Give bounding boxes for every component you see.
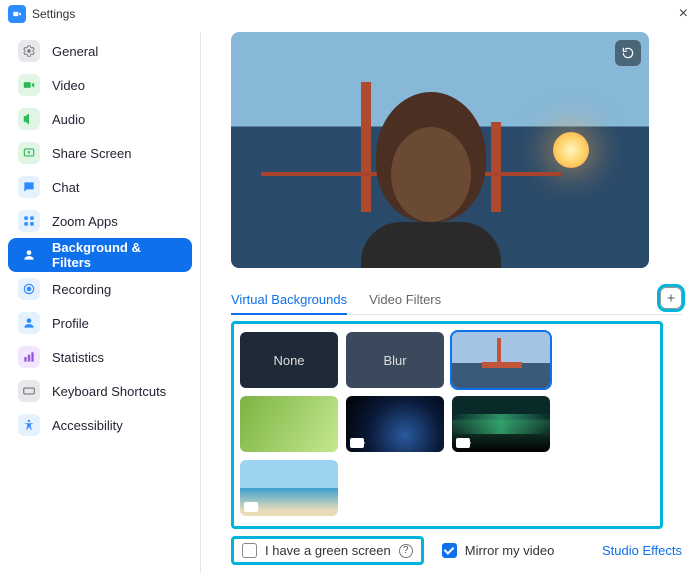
footer-row: I have a green screen ? Mirror my video … [231, 530, 682, 567]
sidebar-item-general[interactable]: General [8, 34, 192, 68]
mirror-label: Mirror my video [465, 543, 555, 558]
tabs-row: Virtual Backgrounds Video Filters [231, 286, 682, 315]
sidebar-item-label: Keyboard Shortcuts [52, 384, 166, 399]
app-icon [8, 5, 26, 23]
apps-icon [18, 210, 40, 232]
sidebar-item-shortcuts[interactable]: Keyboard Shortcuts [8, 374, 192, 408]
sidebar-item-label: Background & Filters [52, 240, 182, 270]
sidebar-item-profile[interactable]: Profile [8, 306, 192, 340]
sidebar-item-recording[interactable]: Recording [8, 272, 192, 306]
audio-icon [18, 108, 40, 130]
sidebar-item-label: Accessibility [52, 418, 123, 433]
sidebar-item-label: General [52, 44, 98, 59]
sidebar-item-share[interactable]: Share Screen [8, 136, 192, 170]
sidebar-item-stats[interactable]: Statistics [8, 340, 192, 374]
stats-icon [18, 346, 40, 368]
studio-effects-link[interactable]: Studio Effects [602, 543, 682, 558]
bg-option-blur[interactable]: Blur [346, 332, 444, 388]
sidebar-item-audio[interactable]: Audio [8, 102, 192, 136]
rotate-icon[interactable] [615, 40, 641, 66]
sidebar-item-chat[interactable]: Chat [8, 170, 192, 204]
add-background-button[interactable] [660, 287, 682, 309]
video-indicator-icon [244, 502, 258, 512]
bg-option-bridge[interactable] [452, 332, 550, 388]
sidebar-item-label: Statistics [52, 350, 104, 365]
sidebar-item-video[interactable]: Video [8, 68, 192, 102]
sidebar-item-a11y[interactable]: Accessibility [8, 408, 192, 442]
window-title: Settings [32, 7, 75, 21]
sidebar-item-label: Recording [52, 282, 111, 297]
chat-icon [18, 176, 40, 198]
sidebar-item-apps[interactable]: Zoom Apps [8, 204, 192, 238]
tab-virtual-backgrounds[interactable]: Virtual Backgrounds [231, 286, 347, 315]
share-icon [18, 142, 40, 164]
sidebar-item-label: Share Screen [52, 146, 132, 161]
video-icon [18, 74, 40, 96]
green-screen-label: I have a green screen [265, 543, 391, 558]
background-grid: None Blur [231, 321, 663, 529]
green-screen-group: I have a green screen ? [231, 536, 424, 565]
sidebar-item-label: Video [52, 78, 85, 93]
sidebar-item-label: Profile [52, 316, 89, 331]
video-indicator-icon [350, 438, 364, 448]
main-content: Virtual Backgrounds Video Filters None B… [201, 28, 700, 577]
bg-icon [18, 244, 40, 266]
video-indicator-icon [456, 438, 470, 448]
sidebar-item-label: Chat [52, 180, 79, 195]
bg-option-grass[interactable] [240, 396, 338, 452]
bg-option-none[interactable]: None [240, 332, 338, 388]
title-bar: Settings × [0, 0, 700, 28]
tab-video-filters[interactable]: Video Filters [369, 286, 441, 315]
close-button[interactable]: × [675, 5, 692, 23]
bg-option-beach[interactable] [240, 460, 338, 516]
video-preview [231, 32, 649, 268]
a11y-icon [18, 414, 40, 436]
mirror-checkbox[interactable] [442, 543, 457, 558]
kbd-icon [18, 380, 40, 402]
bg-option-aurora[interactable] [452, 396, 550, 452]
help-icon[interactable]: ? [399, 544, 413, 558]
gear-icon [18, 40, 40, 62]
sidebar-item-background[interactable]: Background & Filters [8, 238, 192, 272]
sidebar-item-label: Audio [52, 112, 85, 127]
profile-icon [18, 312, 40, 334]
mirror-group: Mirror my video [442, 543, 555, 558]
sidebar-item-label: Zoom Apps [52, 214, 118, 229]
sidebar: General Video Audio Share Screen Chat Zoom Ap… [0, 28, 200, 577]
bg-option-earth[interactable] [346, 396, 444, 452]
rec-icon [18, 278, 40, 300]
green-screen-checkbox[interactable] [242, 543, 257, 558]
